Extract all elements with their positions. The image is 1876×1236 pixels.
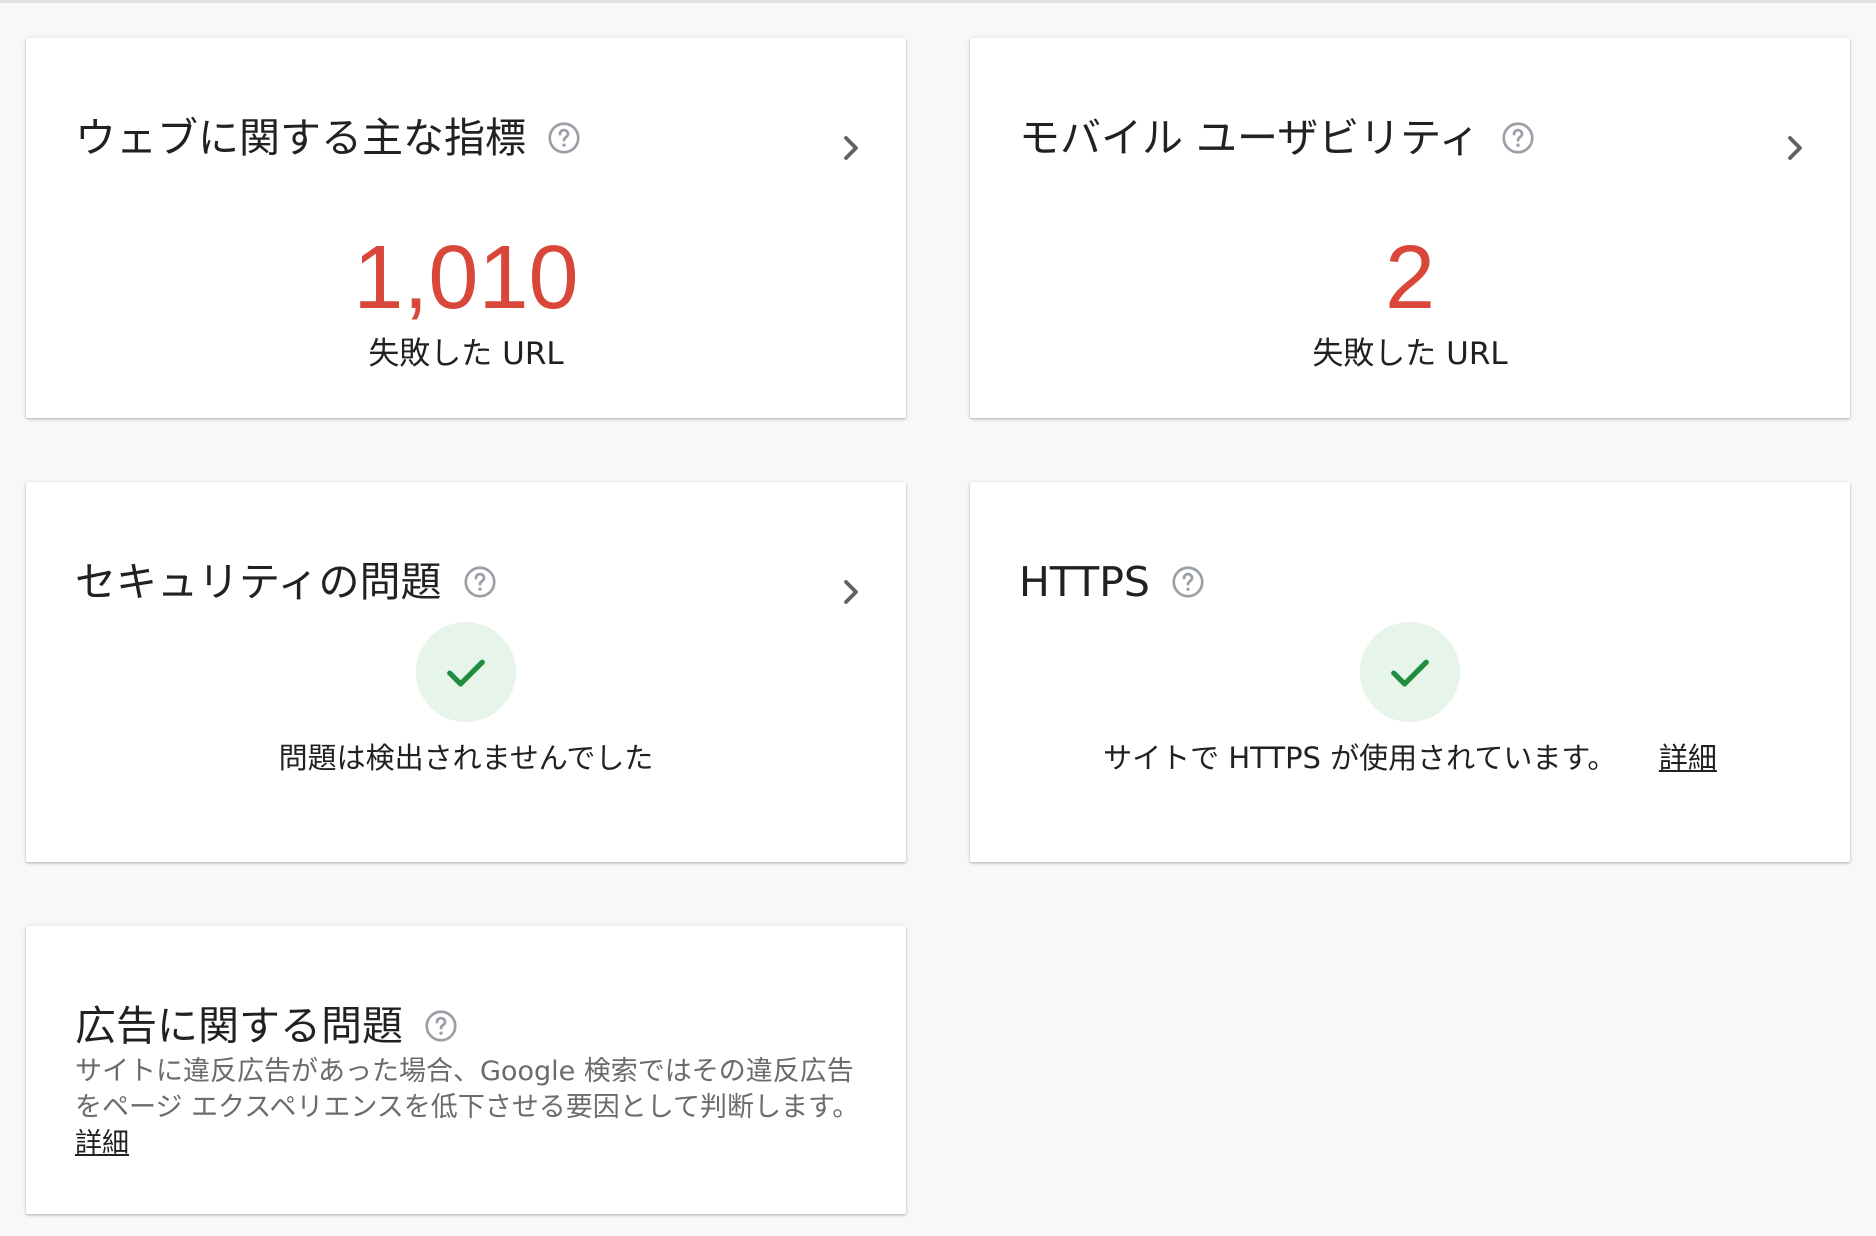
https-status-text: サイトで HTTPS が使用されています。 xyxy=(1103,741,1617,775)
details-link[interactable]: 詳細 xyxy=(1659,741,1717,775)
help-icon[interactable] xyxy=(546,120,582,156)
core-web-vitals-card[interactable]: ウェブに関する主な指標 1,010 失敗した URL xyxy=(26,38,906,418)
https-card: HTTPS サイトで HTTPS が使用されています。 詳細 xyxy=(970,482,1850,862)
card-title-row: セキュリティの問題 xyxy=(75,554,498,610)
help-icon[interactable] xyxy=(423,1008,459,1044)
chevron-right-icon[interactable] xyxy=(836,128,866,168)
help-icon[interactable] xyxy=(1500,120,1536,156)
card-title-row: ウェブに関する主な指標 xyxy=(75,110,582,166)
help-icon[interactable] xyxy=(462,564,498,600)
mobile-usability-title: モバイル ユーザビリティ xyxy=(1019,114,1480,162)
ad-issues-description-text: サイトに違反広告があった場合、Google 検索ではその違反広告をページ エクス… xyxy=(75,1056,860,1123)
help-icon[interactable] xyxy=(1170,564,1206,600)
chevron-right-icon[interactable] xyxy=(836,572,866,612)
failed-url-count: 2 xyxy=(1384,228,1436,328)
ad-issues-title: 広告に関する問題 xyxy=(75,1002,403,1050)
security-issues-card[interactable]: セキュリティの問題 問題は検出されませんでした xyxy=(26,482,906,862)
success-check-badge xyxy=(416,622,516,722)
details-link[interactable]: 詳細 xyxy=(75,1128,129,1159)
https-status-row: サイトで HTTPS が使用されています。 詳細 xyxy=(970,736,1850,780)
check-icon xyxy=(447,659,485,687)
card-title-row: 広告に関する問題 xyxy=(75,998,459,1054)
security-issues-title: セキュリティの問題 xyxy=(75,558,442,606)
card-title-row: HTTPS xyxy=(1019,554,1206,610)
ad-issues-card: 広告に関する問題 サイトに違反広告があった場合、Google 検索ではその違反広… xyxy=(26,926,906,1214)
https-title: HTTPS xyxy=(1019,558,1150,606)
security-status-text: 問題は検出されませんでした xyxy=(278,741,654,775)
failed-url-label: 失敗した URL xyxy=(1312,336,1508,372)
mobile-usability-card[interactable]: モバイル ユーザビリティ 2 失敗した URL xyxy=(970,38,1850,418)
card-title-row: モバイル ユーザビリティ xyxy=(1019,110,1536,166)
failed-url-count: 1,010 xyxy=(353,228,579,328)
ad-issues-description: サイトに違反広告があった場合、Google 検索ではその違反広告をページ エクス… xyxy=(75,1054,865,1162)
core-web-vitals-title: ウェブに関する主な指標 xyxy=(75,114,526,162)
top-divider xyxy=(0,0,1876,3)
failed-url-label: 失敗した URL xyxy=(368,336,564,372)
check-icon xyxy=(1391,659,1429,687)
chevron-right-icon[interactable] xyxy=(1780,128,1810,168)
success-check-badge xyxy=(1360,622,1460,722)
